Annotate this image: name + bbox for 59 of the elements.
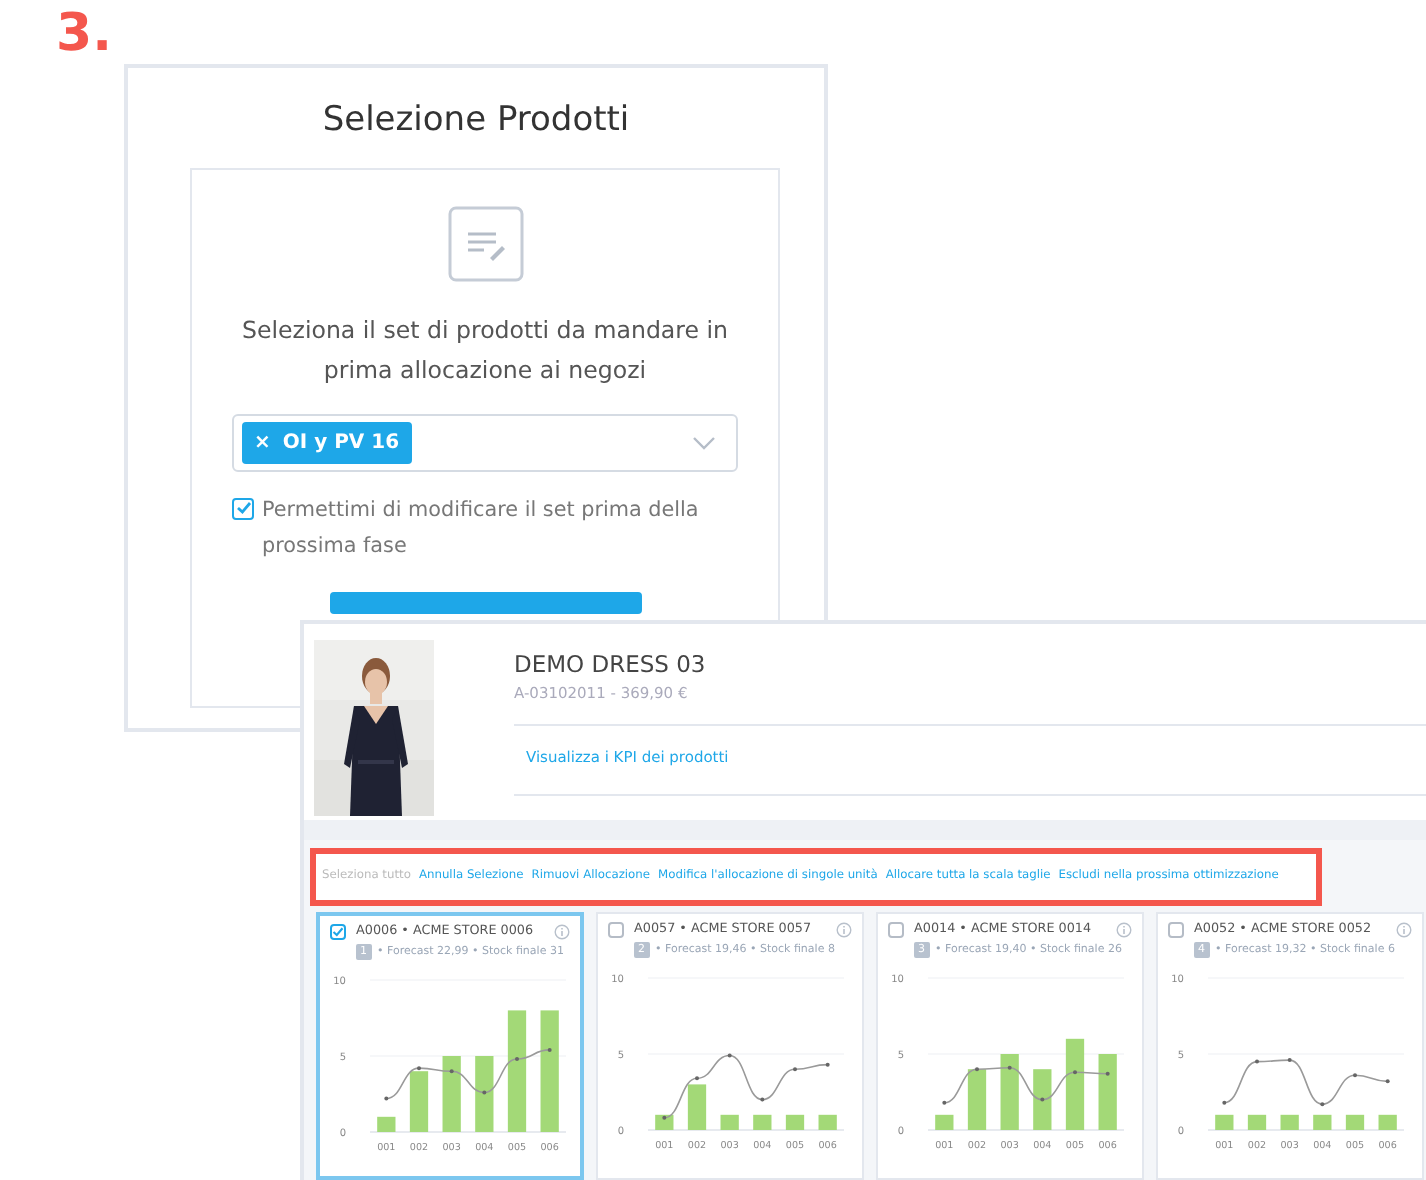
- data-point: [1007, 1065, 1012, 1070]
- data-point: [760, 1097, 765, 1102]
- data-point: [1222, 1100, 1227, 1105]
- chart-bar: [1280, 1114, 1299, 1130]
- wizard-title: Selezione Prodotti: [320, 98, 632, 144]
- data-point: [1105, 1071, 1110, 1076]
- chart-bar: [1345, 1114, 1365, 1130]
- data-point: [825, 1062, 830, 1067]
- data-point: [942, 1100, 947, 1105]
- chart-bar: [935, 1114, 954, 1130]
- chart-bar: [753, 1114, 772, 1130]
- chart-bar: [687, 1084, 707, 1130]
- data-point: [547, 1047, 552, 1052]
- info-icon[interactable]: [1396, 921, 1412, 938]
- chart-bar: [1033, 1068, 1052, 1130]
- chart-bar: [475, 1055, 494, 1132]
- data-point: [1040, 1097, 1045, 1102]
- chart-bar: [818, 1114, 837, 1130]
- chart-bar: [377, 1116, 396, 1132]
- chart-bar: [442, 1055, 461, 1132]
- checkbox-label: Permettimi di modificare il set prima della prossima fase: [262, 495, 701, 561]
- selected-tag[interactable]: × OI y PV 16: [242, 421, 412, 463]
- data-point: [482, 1090, 487, 1095]
- checkbox[interactable]: [1168, 921, 1184, 938]
- product-set-select[interactable]: × OI y PV 16: [232, 413, 738, 471]
- chart-bar: [1065, 1038, 1085, 1130]
- chart-bar: [1000, 1053, 1019, 1130]
- info-icon[interactable]: [1116, 921, 1132, 938]
- chart-bar: [540, 1010, 559, 1132]
- checkbox[interactable]: [888, 921, 904, 938]
- data-point: [1287, 1057, 1292, 1062]
- chart-bar: [785, 1114, 805, 1130]
- chart-bar: [655, 1114, 674, 1130]
- chart-bar: [1098, 1053, 1117, 1130]
- product-name: DEMO DRESS 03: [514, 648, 708, 682]
- data-point: [1385, 1079, 1390, 1084]
- chart-bar: [967, 1068, 987, 1130]
- info-icon[interactable]: [554, 923, 570, 940]
- checkbox[interactable]: [232, 497, 254, 519]
- continue-button[interactable]: [329, 591, 641, 613]
- checkbox[interactable]: [608, 921, 624, 938]
- chart-bar: [720, 1114, 739, 1130]
- data-point: [1320, 1101, 1325, 1106]
- step-number: 3.: [56, 8, 112, 60]
- chart-bar: [1247, 1114, 1267, 1130]
- data-point: [727, 1053, 732, 1058]
- chart-bar: [1215, 1114, 1234, 1130]
- info-icon[interactable]: [836, 921, 852, 938]
- data-point: [449, 1068, 454, 1073]
- chevron-down-icon: [692, 435, 716, 449]
- checkbox[interactable]: [330, 923, 346, 940]
- edit-document-icon: [447, 205, 523, 281]
- data-point: [662, 1115, 667, 1120]
- chart-bar: [1378, 1114, 1397, 1130]
- instruction-text: Seleziona il set di prodotti da mandare in prima allocazione ai negozi: [239, 313, 731, 387]
- data-point: [384, 1096, 389, 1101]
- chart-bar: [409, 1070, 429, 1132]
- chart-bar: [1313, 1114, 1332, 1130]
- chart-bar: [507, 1010, 527, 1132]
